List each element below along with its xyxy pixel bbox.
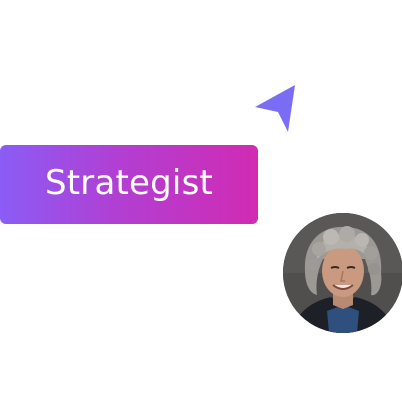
role-label: Strategist	[44, 162, 214, 203]
role-pill: Strategist	[0, 145, 258, 224]
avatar-image	[283, 213, 402, 333]
stage: Strategist	[0, 0, 402, 402]
cursor-pointer-icon	[255, 85, 295, 132]
profile-avatar	[283, 213, 402, 333]
